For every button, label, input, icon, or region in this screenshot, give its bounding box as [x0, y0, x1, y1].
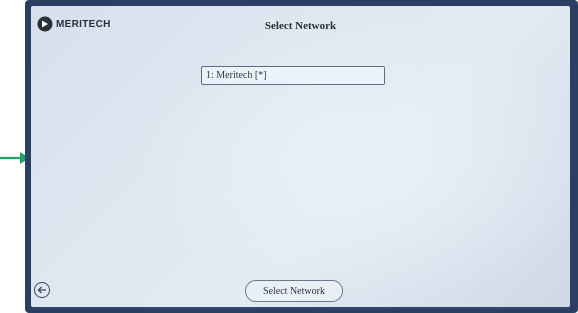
bezel-edge	[31, 307, 570, 309]
network-list[interactable]: 1: Meritech [*]	[201, 66, 385, 85]
back-arrow-icon	[37, 286, 46, 294]
header: MERITECH Select Network	[31, 6, 570, 46]
page-title: Select Network	[264, 20, 337, 32]
photo-page: MERITECH Select Network 1: Meritech [*] …	[0, 0, 578, 313]
back-button[interactable]	[34, 282, 50, 298]
device-screen: MERITECH Select Network 1: Meritech [*] …	[31, 6, 570, 307]
network-item[interactable]: 1: Meritech [*]	[206, 70, 267, 81]
select-network-button[interactable]: Select Network	[245, 280, 343, 302]
